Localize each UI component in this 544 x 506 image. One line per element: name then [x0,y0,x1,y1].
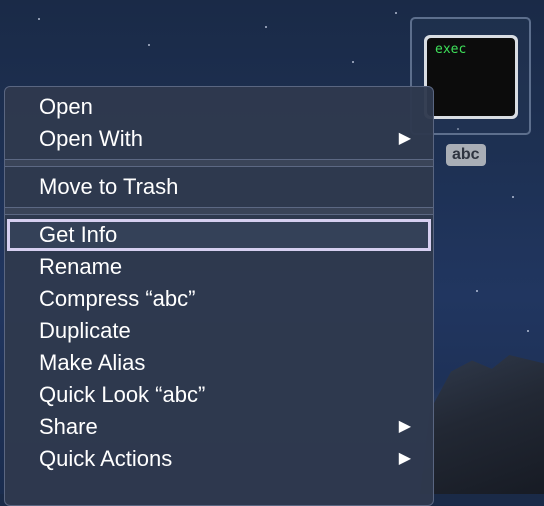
menu-item-label: Rename [39,254,123,279]
wallpaper-landscape [420,355,544,494]
wallpaper-star [265,26,267,28]
menu-item-get-info[interactable]: Get Info [7,219,431,251]
menu-item-label: Duplicate [39,318,131,343]
menu-item-quick-actions[interactable]: Quick Actions ▶ [5,443,433,475]
submenu-arrow-icon: ▶ [398,130,411,147]
menu-item-label: Quick Actions [39,446,173,471]
submenu-arrow-icon: ▶ [398,418,411,435]
wallpaper-star [476,290,478,292]
menu-separator [5,207,433,215]
menu-item-label: Open With [39,126,143,151]
menu-item-open[interactable]: Open [5,91,433,123]
desktop-file-name[interactable]: abc [446,144,486,166]
submenu-arrow-icon: ▶ [398,450,411,467]
menu-item-compress[interactable]: Compress “abc” [5,283,433,315]
menu-item-label: Quick Look “abc” [39,382,206,407]
menu-separator [5,159,433,167]
wallpaper-star [395,12,397,14]
menu-item-rename[interactable]: Rename [5,251,433,283]
menu-item-share[interactable]: Share ▶ [5,411,433,443]
menu-item-open-with[interactable]: Open With ▶ [5,123,433,155]
menu-item-label: Compress “abc” [39,286,196,311]
wallpaper-star [38,18,40,20]
menu-item-label: Open [39,94,93,119]
menu-item-move-to-trash[interactable]: Move to Trash [5,171,433,203]
menu-item-label: Make Alias [39,350,146,375]
context-menu: Open Open With ▶ Move to Trash Get Info … [4,86,434,506]
menu-item-make-alias[interactable]: Make Alias [5,347,433,379]
menu-item-duplicate[interactable]: Duplicate [5,315,433,347]
wallpaper-star [148,44,150,46]
terminal-preview-text: exec [427,38,515,116]
menu-item-label: Share [39,414,98,439]
menu-item-label: Move to Trash [39,174,179,199]
terminal-executable-icon: exec [424,35,518,119]
menu-item-label: Get Info [39,222,118,247]
wallpaper-star [527,330,529,332]
menu-item-quick-look[interactable]: Quick Look “abc” [5,379,433,411]
wallpaper-star [352,61,354,63]
wallpaper-star [512,196,514,198]
